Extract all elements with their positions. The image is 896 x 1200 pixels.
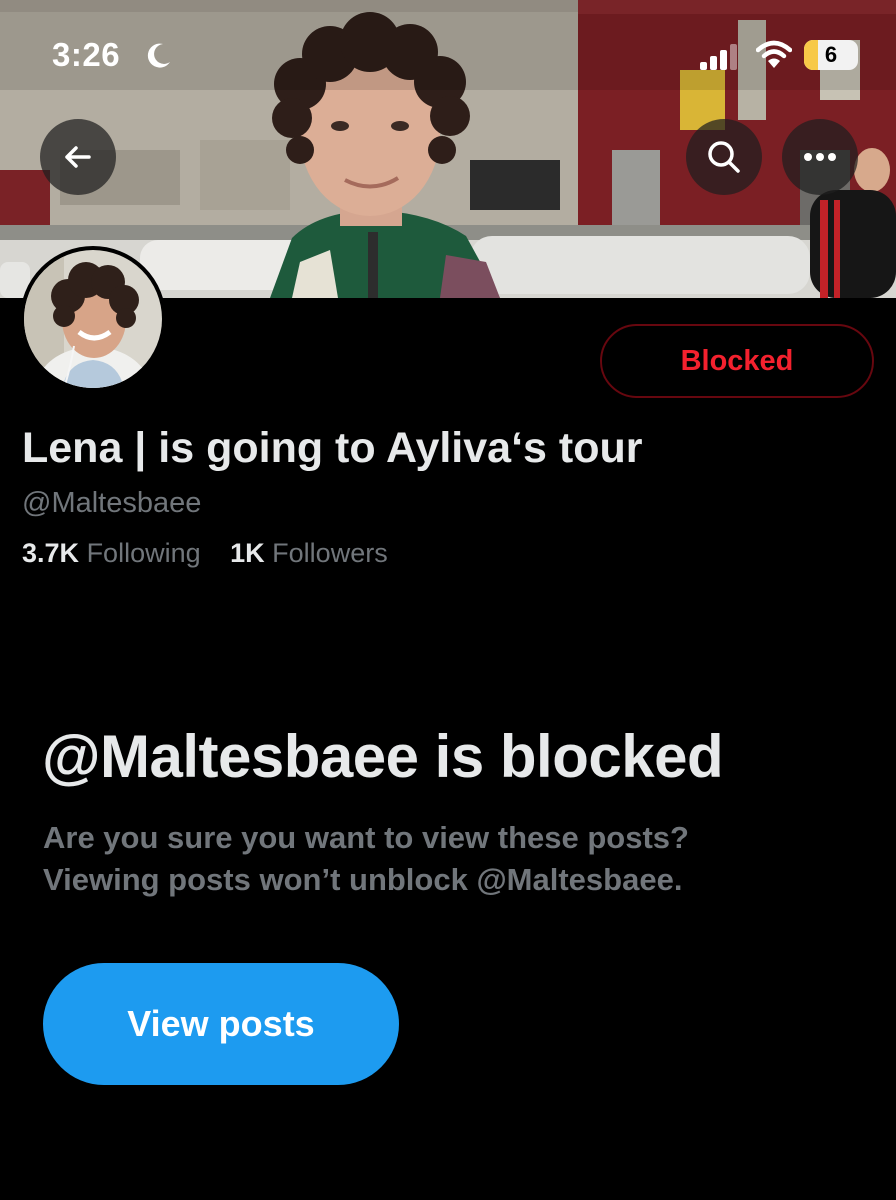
cellular-signal-icon — [700, 44, 737, 70]
moon-icon — [147, 43, 170, 68]
search-icon — [708, 141, 740, 173]
avatar[interactable] — [20, 246, 166, 392]
blocked-title: @Maltesbaee is blocked — [42, 723, 724, 790]
more-button[interactable] — [782, 119, 858, 195]
followers-label: Followers — [272, 538, 388, 568]
display-name: Lena | is going to Ayliva‘s tour — [22, 424, 643, 472]
profile-stats: 3.7K Following 1K Followers — [22, 538, 410, 569]
followers-link[interactable]: 1K Followers — [230, 538, 388, 569]
blocked-description-line-2: Viewing posts won’t unblock @Maltesbaee. — [43, 862, 683, 897]
user-handle: @Maltesbaee — [22, 487, 202, 519]
status-time: 3:26 — [52, 36, 121, 73]
more-horizontal-icon — [804, 153, 836, 161]
blocked-description: Are you sure you want to view these post… — [43, 817, 843, 901]
avatar-photo — [24, 250, 162, 388]
status-bar: 3:26 6 — [0, 0, 896, 112]
back-button[interactable] — [40, 119, 116, 195]
view-posts-button[interactable]: View posts — [43, 963, 399, 1085]
arrow-left-icon — [65, 146, 91, 168]
battery-level: 6 — [824, 42, 838, 67]
followers-count: 1K — [230, 538, 265, 568]
blocked-description-line-1: Are you sure you want to view these post… — [43, 820, 689, 855]
following-link[interactable]: 3.7K Following — [22, 538, 201, 569]
battery-indicator: 6 — [804, 40, 858, 70]
following-count: 3.7K — [22, 538, 80, 568]
wifi-icon — [756, 40, 792, 68]
search-button[interactable] — [686, 119, 762, 195]
following-label: Following — [86, 538, 201, 568]
blocked-button[interactable]: Blocked — [600, 324, 874, 398]
